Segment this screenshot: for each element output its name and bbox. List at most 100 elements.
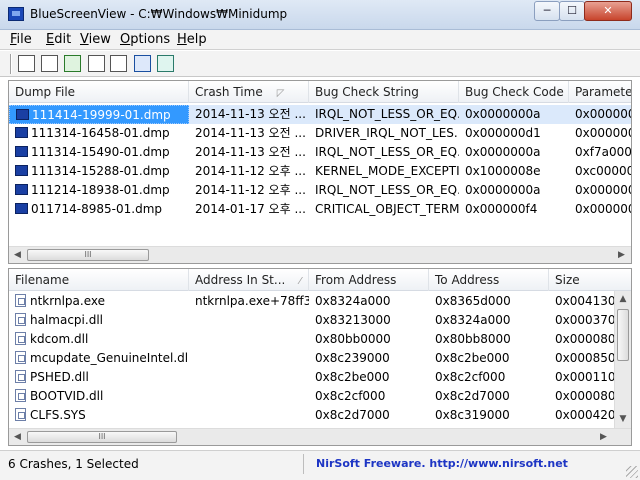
toolbar-separator <box>10 54 12 74</box>
menu-view[interactable]: View <box>80 32 111 47</box>
scroll-right-icon[interactable]: ▶ <box>613 247 630 263</box>
scroll-left-icon[interactable]: ◀ <box>9 247 26 263</box>
dump-file-cell: 111314-15288-01.dmp <box>9 162 189 181</box>
bluescreen-icon <box>15 203 28 214</box>
crash-cell: 2014-11-13 오전 ... <box>189 124 309 143</box>
close-button[interactable]: ✕ <box>584 1 632 21</box>
exit-icon[interactable] <box>157 55 174 72</box>
driver-list-vscrollbar[interactable]: ▲ ▼ <box>614 291 631 428</box>
cell-text: 2014-11-13 오전 ... <box>195 126 306 140</box>
crash-cell: 0x0000000a <box>459 143 569 162</box>
crash-row[interactable]: 111314-15288-01.dmp 2014-11-12 오후 ... KERN… <box>9 162 632 181</box>
copy-icon[interactable] <box>88 55 105 72</box>
col-from-address[interactable]: From Address <box>309 269 429 291</box>
menu-help[interactable]: Help <box>177 32 207 47</box>
driver-list[interactable]: Filename Address In St... ⁄ From Address … <box>8 268 632 446</box>
driver-row[interactable]: mcupdate_GenuineIntel.dll 0x8c239000 0x8c2… <box>9 349 631 368</box>
menu-file[interactable]: File <box>10 32 32 47</box>
menu-edit[interactable]: Edit <box>46 32 71 47</box>
crash-cell: 0x000000f4 <box>459 200 569 219</box>
sort-indicator-icon: ⁄ <box>299 276 301 287</box>
dump-file-cell: 111214-18938-01.dmp <box>9 181 189 200</box>
col-filename[interactable]: Filename <box>9 269 189 291</box>
refresh-icon[interactable] <box>64 55 81 72</box>
menu-edit-rest: dit <box>54 32 72 47</box>
cell-text: mcupdate_GenuineIntel.dll <box>30 351 189 365</box>
driver-cell <box>189 330 309 349</box>
cell-text: 2014-11-13 오전 ... <box>195 145 306 159</box>
scroll-thumb[interactable] <box>617 309 629 361</box>
driver-row[interactable]: halmacpi.dll 0x83213000 0x8324a000 0x000370… <box>9 311 631 330</box>
cell-text: 0x000000f4 <box>465 202 538 216</box>
crash-row[interactable]: 111314-16458-01.dmp 2014-11-13 오전 ... DRIV… <box>9 124 632 143</box>
driver-cell: 0x8c2cf000 <box>309 387 429 406</box>
scroll-up-icon[interactable]: ▲ <box>615 291 631 307</box>
menu-view-rest: iew <box>88 32 111 47</box>
cell-text: 0x000000 <box>575 126 632 140</box>
driver-row[interactable]: kdcom.dll 0x80bb0000 0x80bb8000 0x0000800 <box>9 330 631 349</box>
cell-text: 0xc00000 <box>575 164 632 178</box>
driver-cell: 0x80bb8000 <box>429 330 549 349</box>
driver-cell: 0x8c2cf000 <box>429 368 549 387</box>
driver-row[interactable]: PSHED.dll 0x8c2be000 0x8c2cf000 0x0001100 <box>9 368 631 387</box>
resize-grip-icon[interactable] <box>626 466 638 478</box>
driver-row[interactable]: ntkrnlpa.exe ntkrnlpa.exe+78ff3 0x8324a000… <box>9 292 631 311</box>
crash-cell: IRQL_NOT_LESS_OR_EQ... <box>309 143 459 162</box>
driver-file-icon <box>15 313 26 326</box>
save-icon[interactable] <box>41 55 58 72</box>
crash-cell: 0x000000 <box>569 124 632 143</box>
col-to-address[interactable]: To Address <box>429 269 549 291</box>
driver-cell <box>189 387 309 406</box>
driver-cell: 0x83213000 <box>309 311 429 330</box>
cell-text: 0x0000000a <box>465 107 541 121</box>
minimize-button[interactable]: ─ <box>534 1 560 21</box>
crash-row[interactable]: 111314-15490-01.dmp 2014-11-13 오전 ... IRQL… <box>9 143 631 162</box>
maximize-button[interactable]: ☐ <box>559 1 585 21</box>
cell-text: 0x8324a000 <box>435 313 511 327</box>
scroll-thumb[interactable]: III <box>27 431 177 443</box>
col-parameter[interactable]: Parameter <box>569 81 631 103</box>
col-bug-check-code[interactable]: Bug Check Code <box>459 81 569 103</box>
crash-cell: 2014-11-13 오전 ... <box>189 105 309 124</box>
driver-file-icon <box>15 332 26 345</box>
menu-options[interactable]: Options <box>120 32 170 47</box>
crash-row[interactable]: 111214-18938-01.dmp 2014-11-12 오후 ... IRQL… <box>9 181 631 200</box>
crash-cell: IRQL_NOT_LESS_OR_EQ... <box>309 181 459 200</box>
scroll-left-icon[interactable]: ◀ <box>9 429 26 445</box>
cell-text: 0x000000 <box>575 107 632 121</box>
scroll-right-icon[interactable]: ▶ <box>595 429 612 445</box>
cell-text: 0x0008500 <box>555 351 614 365</box>
crash-list-hscrollbar[interactable]: ◀ III ▶ <box>9 246 631 263</box>
nirsoft-link[interactable]: NirSoft Freeware. http://www.nirsoft.net <box>316 454 568 474</box>
crash-cell: 0x0000000a <box>459 105 569 124</box>
driver-cell: 0x8c2d7000 <box>429 387 549 406</box>
menu-help-rest: elp <box>186 32 207 47</box>
cell-text: CLFS.SYS <box>30 408 86 422</box>
driver-file-icon <box>15 408 26 421</box>
col-address-in-stack[interactable]: Address In St... ⁄ <box>189 269 309 291</box>
crash-row[interactable]: 111414-19999-01.dmp 2014-11-13 오전 ... IRQL… <box>9 105 632 124</box>
cell-text: 0x0000000a <box>465 183 541 197</box>
cell-text: CRITICAL_OBJECT_TERM... <box>315 202 459 216</box>
menu-bar: File Edit View Options Help <box>0 30 640 50</box>
driver-list-hscrollbar[interactable]: ◀ III ▶ <box>9 428 631 445</box>
col-bug-check-string[interactable]: Bug Check String <box>309 81 459 103</box>
cell-text: 0x83213000 <box>315 313 391 327</box>
cell-text: 111314-15288-01.dmp <box>31 164 170 178</box>
scroll-down-icon[interactable]: ▼ <box>615 411 631 427</box>
html-report-icon[interactable] <box>18 55 35 72</box>
col-crash-time[interactable]: Crash Time ◸ <box>189 81 309 103</box>
find-icon[interactable] <box>134 55 151 72</box>
col-size[interactable]: Size <box>549 269 631 291</box>
filename-cell: CLFS.SYS <box>9 406 189 425</box>
driver-cell: 0x8c2be000 <box>309 368 429 387</box>
crash-list[interactable]: Dump File Crash Time ◸ Bug Check String B… <box>8 80 632 264</box>
col-address-in-stack-label: Address In St... <box>195 273 286 287</box>
driver-row[interactable]: CLFS.SYS 0x8c2d7000 0x8c319000 0x0004200 <box>9 406 631 425</box>
crash-row[interactable]: 011714-8985-01.dmp 2014-01-17 오후 ... CRITI… <box>9 200 631 219</box>
driver-cell <box>189 406 309 425</box>
col-dump-file[interactable]: Dump File <box>9 81 189 103</box>
properties-icon[interactable] <box>110 55 127 72</box>
driver-row[interactable]: BOOTVID.dll 0x8c2cf000 0x8c2d7000 0x0000800 <box>9 387 631 406</box>
scroll-thumb[interactable]: III <box>27 249 149 261</box>
